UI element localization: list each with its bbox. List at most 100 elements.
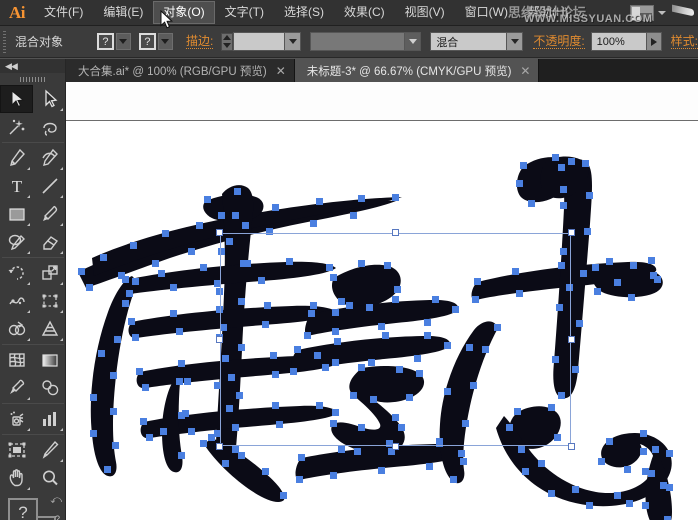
tool-flyout-triangle-icon[interactable] — [27, 251, 30, 254]
tool-flyout-triangle-icon[interactable] — [60, 108, 63, 111]
eyedropper-icon — [9, 379, 24, 394]
zoom-tool[interactable] — [33, 464, 66, 492]
tool-flyout-triangle-icon[interactable] — [60, 310, 63, 313]
magnifier-icon — [42, 470, 58, 486]
tool-flyout-triangle-icon[interactable] — [27, 282, 30, 285]
selection-handle-sw[interactable] — [216, 443, 223, 450]
perspective-grid-tool[interactable] — [33, 315, 66, 343]
tool-flyout-triangle-icon[interactable] — [60, 167, 63, 170]
paintbrush-tool[interactable] — [33, 200, 66, 228]
selection-tool[interactable] — [0, 85, 33, 113]
stroke-swatch[interactable]: ? — [138, 33, 156, 50]
tool-flyout-triangle-icon[interactable] — [27, 167, 30, 170]
tool-flyout-triangle-icon[interactable] — [27, 428, 30, 431]
proxy-hint-extra: ? — [54, 514, 60, 520]
selection-handle-s[interactable] — [392, 443, 399, 450]
chevron-down-icon[interactable] — [658, 11, 666, 15]
rectangle-tool[interactable] — [0, 200, 33, 228]
eyedropper-tool[interactable] — [0, 374, 33, 402]
width-warp-tool[interactable] — [0, 287, 33, 315]
close-icon[interactable]: ✕ — [520, 65, 530, 77]
shape-builder-tool[interactable] — [0, 315, 33, 343]
slice-tool[interactable] — [33, 436, 66, 464]
column-graph-tool[interactable] — [33, 405, 66, 433]
stroke-profile-field[interactable] — [310, 32, 406, 51]
pen-tool[interactable] — [0, 144, 33, 172]
illustrator-window: Ai 文件(F) 编辑(E) 对象(O) 文字(T) 选择(S) 效果(C) 视图(V) 窗口… — [0, 0, 698, 520]
style-label[interactable]: 样式: — [670, 34, 698, 49]
tool-flyout-triangle-icon[interactable] — [60, 195, 63, 198]
workspace-icon[interactable] — [630, 5, 654, 21]
tool-flyout-triangle-icon[interactable] — [27, 397, 30, 400]
blend-mode-field[interactable]: 混合 — [430, 32, 508, 51]
fill-dropdown-icon[interactable] — [115, 33, 131, 50]
free-transform-tool[interactable] — [33, 287, 66, 315]
blend-tool[interactable] — [33, 374, 66, 402]
tool-flyout-triangle-icon[interactable] — [27, 195, 30, 198]
tool-flyout-triangle-icon[interactable] — [60, 223, 63, 226]
lasso-tool[interactable] — [33, 113, 66, 141]
stroke-weight-stepper[interactable] — [221, 32, 234, 51]
selection-handle-n[interactable] — [392, 229, 399, 236]
gradient-tool[interactable] — [33, 346, 66, 374]
tool-flyout-triangle-icon[interactable] — [27, 487, 30, 490]
mesh-tool[interactable] — [0, 346, 33, 374]
opacity-flyout-icon[interactable] — [646, 32, 662, 51]
brush-icon[interactable] — [670, 4, 696, 22]
menu-select[interactable]: 选择(S) — [274, 1, 334, 24]
menu-help[interactable]: 帮助(H) — [518, 1, 579, 24]
tool-flyout-triangle-icon[interactable] — [27, 310, 30, 313]
blend-mode-dropdown-icon[interactable] — [507, 32, 524, 51]
opacity-field[interactable]: 100% — [590, 32, 647, 51]
direct-selection-tool[interactable] — [33, 85, 66, 113]
stroke-weight-field[interactable] — [233, 32, 286, 51]
rotate-tool[interactable] — [0, 259, 33, 287]
tool-flyout-triangle-icon[interactable] — [27, 338, 30, 341]
tool-flyout-triangle-icon[interactable] — [60, 459, 63, 462]
selection-handle-se[interactable] — [568, 443, 575, 450]
rotate-icon — [8, 266, 24, 280]
canvas-area[interactable] — [66, 82, 698, 520]
menu-file[interactable]: 文件(F) — [34, 1, 93, 24]
fill-swatch[interactable]: ? — [96, 33, 114, 50]
eraser-tool[interactable] — [33, 228, 66, 256]
curvature-tool[interactable] — [33, 144, 66, 172]
stroke-weight-dropdown-icon[interactable] — [285, 32, 302, 51]
line-segment-tool[interactable] — [33, 172, 66, 200]
hand-tool[interactable] — [0, 464, 33, 492]
tool-flyout-triangle-icon[interactable] — [27, 223, 30, 226]
selection-handle-e[interactable] — [568, 336, 575, 343]
fill-proxy-box[interactable]: ? — [8, 498, 38, 520]
collapse-double-arrow-icon[interactable]: ◀◀ — [5, 61, 18, 72]
stroke-label[interactable]: 描边: — [185, 34, 214, 49]
scale-tool[interactable] — [33, 259, 66, 287]
selection-handle-nw[interactable] — [216, 229, 223, 236]
tool-flyout-triangle-icon[interactable] — [60, 338, 63, 341]
menu-object[interactable]: 对象(O) — [153, 1, 215, 24]
panel-grip-icon[interactable] — [0, 73, 65, 85]
magic-wand-tool[interactable] — [0, 113, 33, 141]
shaper-pencil-tool[interactable] — [0, 228, 33, 256]
menu-window[interactable]: 窗口(W) — [455, 1, 518, 24]
selection-handle-w[interactable] — [216, 336, 223, 343]
type-tool[interactable]: T — [0, 172, 33, 200]
menu-edit[interactable]: 编辑(E) — [93, 1, 153, 24]
selection-bounding-box[interactable] — [216, 229, 575, 450]
close-icon[interactable]: ✕ — [276, 65, 286, 77]
stroke-profile-dropdown-icon[interactable] — [405, 32, 422, 51]
tool-flyout-triangle-icon[interactable] — [60, 428, 63, 431]
tab-untitled-3[interactable]: 未标题-3* @ 66.67% (CMYK/GPU 预览) ✕ — [294, 59, 540, 82]
menu-effect[interactable]: 效果(C) — [334, 1, 395, 24]
artboard-tool[interactable] — [0, 436, 33, 464]
stroke-dropdown-icon[interactable] — [157, 33, 173, 50]
tool-flyout-triangle-icon[interactable] — [60, 251, 63, 254]
symbol-sprayer-tool[interactable] — [0, 405, 33, 433]
selection-handle-ne[interactable] — [568, 229, 575, 236]
swap-arrows-icon[interactable]: ⤺ — [50, 494, 62, 507]
tab-daheji[interactable]: 大合集.ai* @ 100% (RGB/GPU 预览) ✕ — [66, 59, 295, 82]
drag-grip-icon[interactable] — [3, 30, 6, 53]
menu-type[interactable]: 文字(T) — [215, 1, 274, 24]
opacity-label[interactable]: 不透明度: — [533, 34, 585, 49]
menu-view[interactable]: 视图(V) — [395, 1, 455, 24]
tool-flyout-triangle-icon[interactable] — [60, 282, 63, 285]
